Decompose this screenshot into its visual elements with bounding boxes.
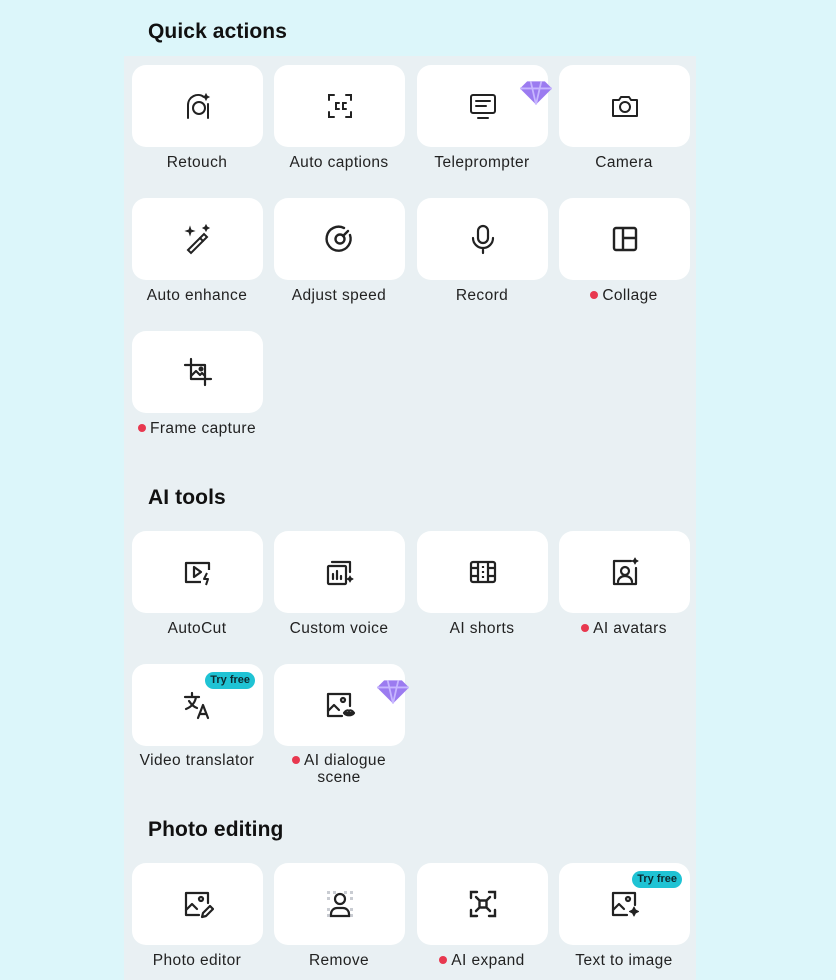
label-auto-captions: Auto captions — [289, 154, 389, 171]
label-collage: Collage — [549, 287, 699, 304]
label-ai-avatars: AI avatars — [549, 620, 699, 637]
premium-gem-icon — [377, 680, 409, 704]
image-edit-icon — [184, 891, 214, 919]
tool-ai-expand[interactable] — [417, 863, 548, 945]
label-ai-dialogue-scene: AI dialogue scene — [264, 752, 414, 786]
image-sparkle-icon — [611, 891, 639, 917]
voice-waveform-icon — [326, 560, 353, 586]
remove-person-icon — [326, 891, 353, 918]
label-retouch: Retouch — [166, 154, 228, 171]
magic-wand-icon — [183, 223, 210, 255]
avatar-sparkle-icon — [612, 557, 638, 586]
tool-ai-dialogue-scene[interactable] — [274, 664, 409, 746]
tool-teleprompter[interactable] — [417, 65, 552, 147]
tool-remove[interactable] — [274, 863, 405, 945]
translate-icon — [183, 691, 209, 720]
retouch-face-icon — [186, 92, 210, 119]
film-strip-icon — [469, 560, 496, 584]
image-lips-icon — [326, 692, 355, 718]
new-dot — [590, 291, 599, 299]
new-dot — [292, 756, 301, 764]
tool-custom-voice[interactable] — [274, 531, 405, 613]
frame-crop-icon — [183, 357, 212, 387]
label-adjust-speed: Adjust speed — [291, 287, 387, 304]
captions-icon — [327, 94, 352, 118]
new-dot — [138, 424, 146, 432]
new-dot — [439, 956, 448, 964]
tool-camera[interactable] — [559, 65, 690, 147]
label-remove: Remove — [308, 952, 370, 969]
tool-frame-capture[interactable] — [132, 331, 263, 413]
tool-record[interactable] — [417, 198, 548, 280]
tool-ai-shorts[interactable] — [417, 531, 548, 613]
new-dot — [581, 624, 590, 632]
tool-video-translator[interactable]: Try free — [132, 664, 263, 746]
section-title-ai-tools: AI tools — [148, 486, 226, 509]
tool-collage[interactable] — [559, 198, 690, 280]
collage-icon — [612, 226, 637, 252]
tool-adjust-speed[interactable] — [274, 198, 405, 280]
autocut-play-icon — [184, 561, 210, 586]
label-photo-editor: Photo editor — [152, 952, 242, 969]
speed-dial-icon — [324, 225, 352, 252]
label-record: Record — [455, 287, 509, 304]
tool-retouch[interactable] — [132, 65, 263, 147]
label-text-to-image: Text to image — [575, 952, 673, 969]
label-ai-expand: AI expand — [407, 952, 557, 969]
section-title-quick-actions: Quick actions — [148, 20, 288, 43]
tool-photo-editor[interactable] — [132, 863, 263, 945]
label-frame-capture: Frame capture — [122, 420, 272, 437]
tool-auto-captions[interactable] — [274, 65, 405, 147]
teleprompter-icon — [469, 94, 496, 119]
premium-gem-icon — [520, 81, 552, 105]
tool-ai-avatars[interactable] — [559, 531, 690, 613]
tool-auto-enhance[interactable] — [132, 198, 263, 280]
section-title-photo-editing: Photo editing — [148, 818, 284, 841]
label-auto-enhance: Auto enhance — [146, 287, 248, 304]
label-camera: Camera — [595, 154, 653, 171]
expand-focus-icon — [469, 890, 496, 918]
try-free-badge: Try free — [632, 871, 682, 888]
label-autocut: AutoCut — [167, 620, 227, 637]
label-teleprompter: Teleprompter — [434, 154, 530, 171]
tool-autocut[interactable] — [132, 531, 263, 613]
tool-text-to-image[interactable]: Try free — [559, 863, 690, 945]
label-video-translator: Video translator — [139, 752, 255, 769]
label-ai-shorts: AI shorts — [449, 620, 515, 637]
label-custom-voice: Custom voice — [289, 620, 389, 637]
microphone-icon — [471, 224, 494, 255]
camera-icon — [611, 96, 638, 117]
try-free-badge: Try free — [205, 672, 255, 689]
